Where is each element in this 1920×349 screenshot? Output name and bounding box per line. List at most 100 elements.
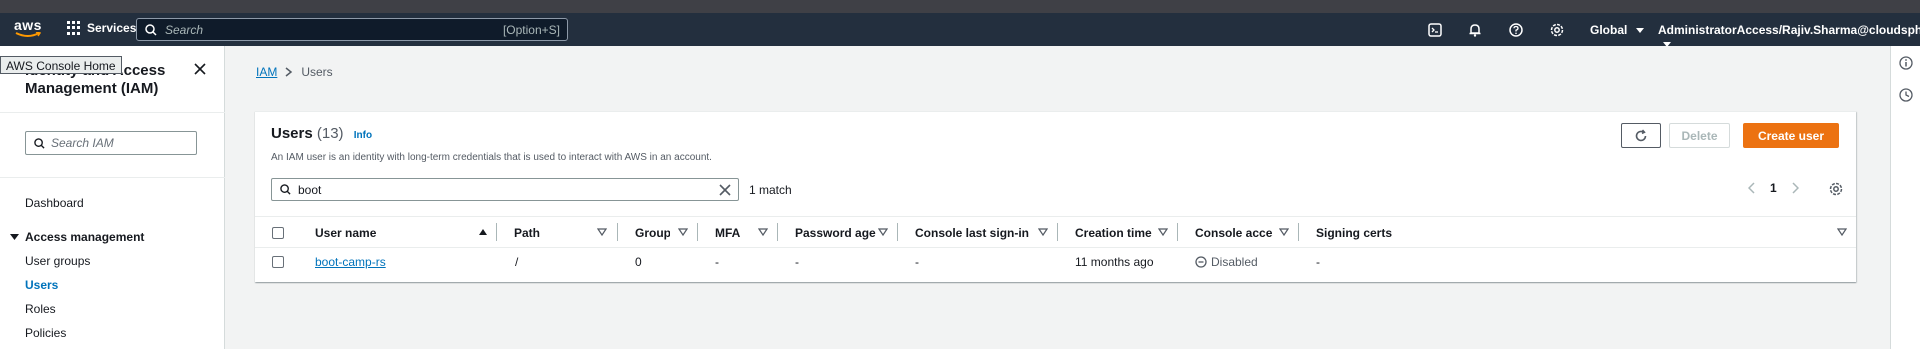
refresh-icon xyxy=(1635,129,1647,141)
column-separator xyxy=(1298,223,1299,241)
help-icon[interactable] xyxy=(1508,22,1524,38)
column-header-signing-certs[interactable]: Signing certs xyxy=(1316,226,1456,240)
sort-caret-icon[interactable] xyxy=(1279,227,1289,237)
users-count: (13) xyxy=(316,125,344,142)
filter-value: boot xyxy=(298,182,322,197)
create-user-button[interactable]: Create user xyxy=(1743,123,1839,148)
users-panel-header: Users (13) Info xyxy=(271,125,372,142)
settings-gear-icon[interactable] xyxy=(1549,22,1565,38)
notifications-bell-icon[interactable] xyxy=(1467,22,1483,38)
search-icon xyxy=(145,23,157,36)
users-table-panel: Users (13) Info An IAM user is an identi… xyxy=(255,111,1856,282)
cell-console-last-sign-in: - xyxy=(915,255,919,269)
clear-filter-icon[interactable] xyxy=(718,183,732,197)
sidebar-item-roles[interactable]: Roles xyxy=(25,302,56,316)
breadcrumb-current: Users xyxy=(301,65,333,79)
column-separator xyxy=(496,223,497,241)
sort-caret-icon[interactable] xyxy=(1837,227,1847,237)
global-search-input[interactable]: Search [Option+S] xyxy=(136,18,568,41)
search-placeholder: Search xyxy=(165,22,204,37)
page-title: Users xyxy=(271,125,313,142)
top-navigation-bar: aws Services Search [Option+S] Global Ad… xyxy=(0,13,1920,47)
column-header-console-access[interactable]: Console access xyxy=(1195,226,1273,240)
column-separator xyxy=(1177,223,1178,241)
row-select-checkbox[interactable] xyxy=(272,256,284,268)
users-filter-input[interactable]: boot xyxy=(271,178,739,201)
column-header-password-age[interactable]: Password age xyxy=(795,226,885,240)
sort-caret-icon[interactable] xyxy=(597,227,607,237)
cell-groups: 0 xyxy=(635,255,642,269)
refresh-button[interactable] xyxy=(1621,123,1661,148)
sidebar-search-input[interactable]: Search IAM xyxy=(25,131,197,155)
sidebar-section-label: Access management xyxy=(25,230,145,244)
chevron-left-icon[interactable] xyxy=(1748,182,1756,194)
apps-grid-icon xyxy=(67,21,81,35)
account-label: AdministratorAccess/Rajiv.Sharma@cloudsp… xyxy=(1658,23,1920,37)
account-menu[interactable]: AdministratorAccess/Rajiv.Sharma@cloudsp… xyxy=(1658,23,1920,51)
sidebar-search-placeholder: Search IAM xyxy=(51,136,114,150)
disabled-status-icon xyxy=(1195,256,1207,268)
cell-password-age: - xyxy=(795,255,799,269)
column-header-mfa[interactable]: MFA xyxy=(715,226,755,240)
column-separator xyxy=(777,223,778,241)
table-preferences-icon[interactable] xyxy=(1829,182,1843,196)
users-description: An IAM user is an identity with long-ter… xyxy=(271,152,712,163)
column-header-user-name[interactable]: User name xyxy=(315,226,435,240)
console-access-status: Disabled xyxy=(1211,255,1258,269)
cell-console-access: Disabled xyxy=(1195,255,1258,269)
chevron-right-icon[interactable] xyxy=(1791,182,1799,194)
column-header-path[interactable]: Path xyxy=(514,226,574,240)
browser-top-strip xyxy=(0,0,1920,13)
delete-button[interactable]: Delete xyxy=(1669,123,1730,148)
cell-user-name: boot-camp-rs xyxy=(315,255,386,269)
region-label: Global xyxy=(1590,23,1628,37)
search-icon xyxy=(280,184,291,195)
search-icon xyxy=(34,137,45,149)
info-panel-icon[interactable] xyxy=(1899,56,1913,70)
column-separator xyxy=(897,223,898,241)
table-header: User name Path Groups MFA Password age C… xyxy=(255,216,1856,248)
column-separator xyxy=(1057,223,1058,241)
sort-ascending-icon[interactable] xyxy=(478,227,488,237)
services-label: Services xyxy=(87,21,137,35)
user-name-link[interactable]: boot-camp-rs xyxy=(315,255,386,269)
sidebar-section-access-management[interactable]: Access management xyxy=(10,230,144,244)
sidebar-item-policies[interactable]: Policies xyxy=(25,326,66,340)
cell-mfa: - xyxy=(715,255,719,269)
aws-logo-text: aws xyxy=(14,17,42,33)
sidebar-divider xyxy=(0,112,225,113)
select-all-checkbox[interactable] xyxy=(272,227,284,239)
caret-down-icon xyxy=(10,233,19,240)
sort-caret-icon[interactable] xyxy=(1038,227,1048,237)
sort-caret-icon[interactable] xyxy=(1158,227,1168,237)
column-header-console-last-sign-in[interactable]: Console last sign-in xyxy=(915,226,1055,240)
feedback-icon[interactable] xyxy=(1899,88,1913,102)
console-home-tooltip: AWS Console Home xyxy=(0,56,122,74)
cell-creation-time: 11 months ago xyxy=(1075,255,1154,269)
column-separator xyxy=(617,223,618,241)
cloudshell-icon[interactable] xyxy=(1427,22,1443,38)
services-menu-button[interactable]: Services xyxy=(67,21,136,35)
region-selector[interactable]: Global xyxy=(1590,23,1644,37)
sidebar-divider xyxy=(0,177,225,178)
cell-signing-certs: - xyxy=(1316,255,1320,269)
sort-caret-icon[interactable] xyxy=(878,227,888,237)
breadcrumb-iam-link[interactable]: IAM xyxy=(256,65,277,79)
cell-path: / xyxy=(515,255,519,269)
sort-caret-icon[interactable] xyxy=(758,227,768,237)
page-number[interactable]: 1 xyxy=(1770,181,1777,195)
sidebar-item-user-groups[interactable]: User groups xyxy=(25,254,90,268)
sort-caret-icon[interactable] xyxy=(678,227,688,237)
chevron-down-icon xyxy=(1635,28,1644,33)
aws-logo[interactable]: aws xyxy=(14,17,42,41)
iam-sidebar: Identity and Access Management (IAM) Sea… xyxy=(0,46,225,349)
column-header-groups[interactable]: Groups xyxy=(635,226,670,240)
close-icon[interactable] xyxy=(193,62,207,76)
sidebar-item-users[interactable]: Users xyxy=(25,278,58,292)
info-link[interactable]: Info xyxy=(354,130,372,141)
column-separator xyxy=(697,223,698,241)
column-header-creation-time[interactable]: Creation time xyxy=(1075,226,1165,240)
search-shortcut-hint: [Option+S] xyxy=(502,23,560,37)
sidebar-item-dashboard[interactable]: Dashboard xyxy=(25,196,84,210)
chevron-down-icon xyxy=(1663,42,1671,47)
